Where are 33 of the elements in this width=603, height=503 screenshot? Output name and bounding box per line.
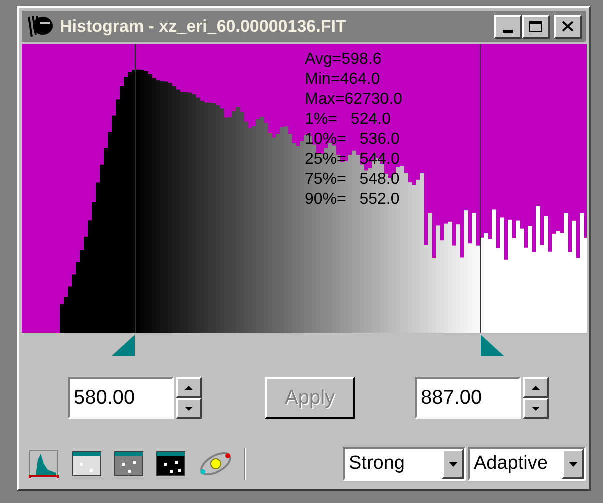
down-arrow-icon [532, 406, 540, 410]
down-arrow-icon [185, 406, 193, 410]
statistic-text: 25%= 544.0 [305, 150, 401, 170]
close-button[interactable] [554, 14, 582, 38]
up-arrow-icon [185, 386, 193, 390]
minimize-icon [503, 30, 513, 32]
window-title: Histogram - xz_eri_60.00000136.FIT [60, 16, 346, 38]
statistic-text: Avg=598.6 [305, 50, 383, 70]
marker-handle[interactable] [112, 335, 136, 357]
histogram-icon[interactable] [28, 450, 60, 478]
maximize-button[interactable] [522, 14, 550, 38]
spinner[interactable] [523, 377, 549, 419]
maximize-icon [529, 20, 543, 32]
caret-icon [568, 462, 578, 466]
statistic-text: Max=62730.0 [305, 90, 402, 110]
dropdown[interactable]: Adaptive [468, 447, 586, 481]
frame-icon[interactable] [114, 451, 144, 477]
minimize-button[interactable] [494, 14, 522, 38]
high-value-field[interactable]: 887.00 [415, 377, 521, 419]
statistic-text: 90%= 552.0 [305, 190, 401, 210]
spinner[interactable] [176, 377, 202, 419]
statistic-text: 1%= 524.0 [305, 110, 392, 130]
statistic-text: Min=464.0 [305, 70, 382, 90]
statistic-text: 75%= 548.0 [305, 170, 401, 190]
marker-handle[interactable] [480, 335, 504, 357]
frame-icon[interactable] [156, 451, 186, 477]
up-arrow-icon [532, 386, 540, 390]
frame-icon[interactable] [72, 451, 102, 477]
close-icon [562, 21, 574, 32]
dropdown[interactable]: Strong [343, 447, 466, 481]
orbit-icon[interactable] [198, 450, 234, 478]
low-value-field[interactable]: 580.00 [68, 377, 174, 419]
caret-icon [448, 462, 458, 466]
